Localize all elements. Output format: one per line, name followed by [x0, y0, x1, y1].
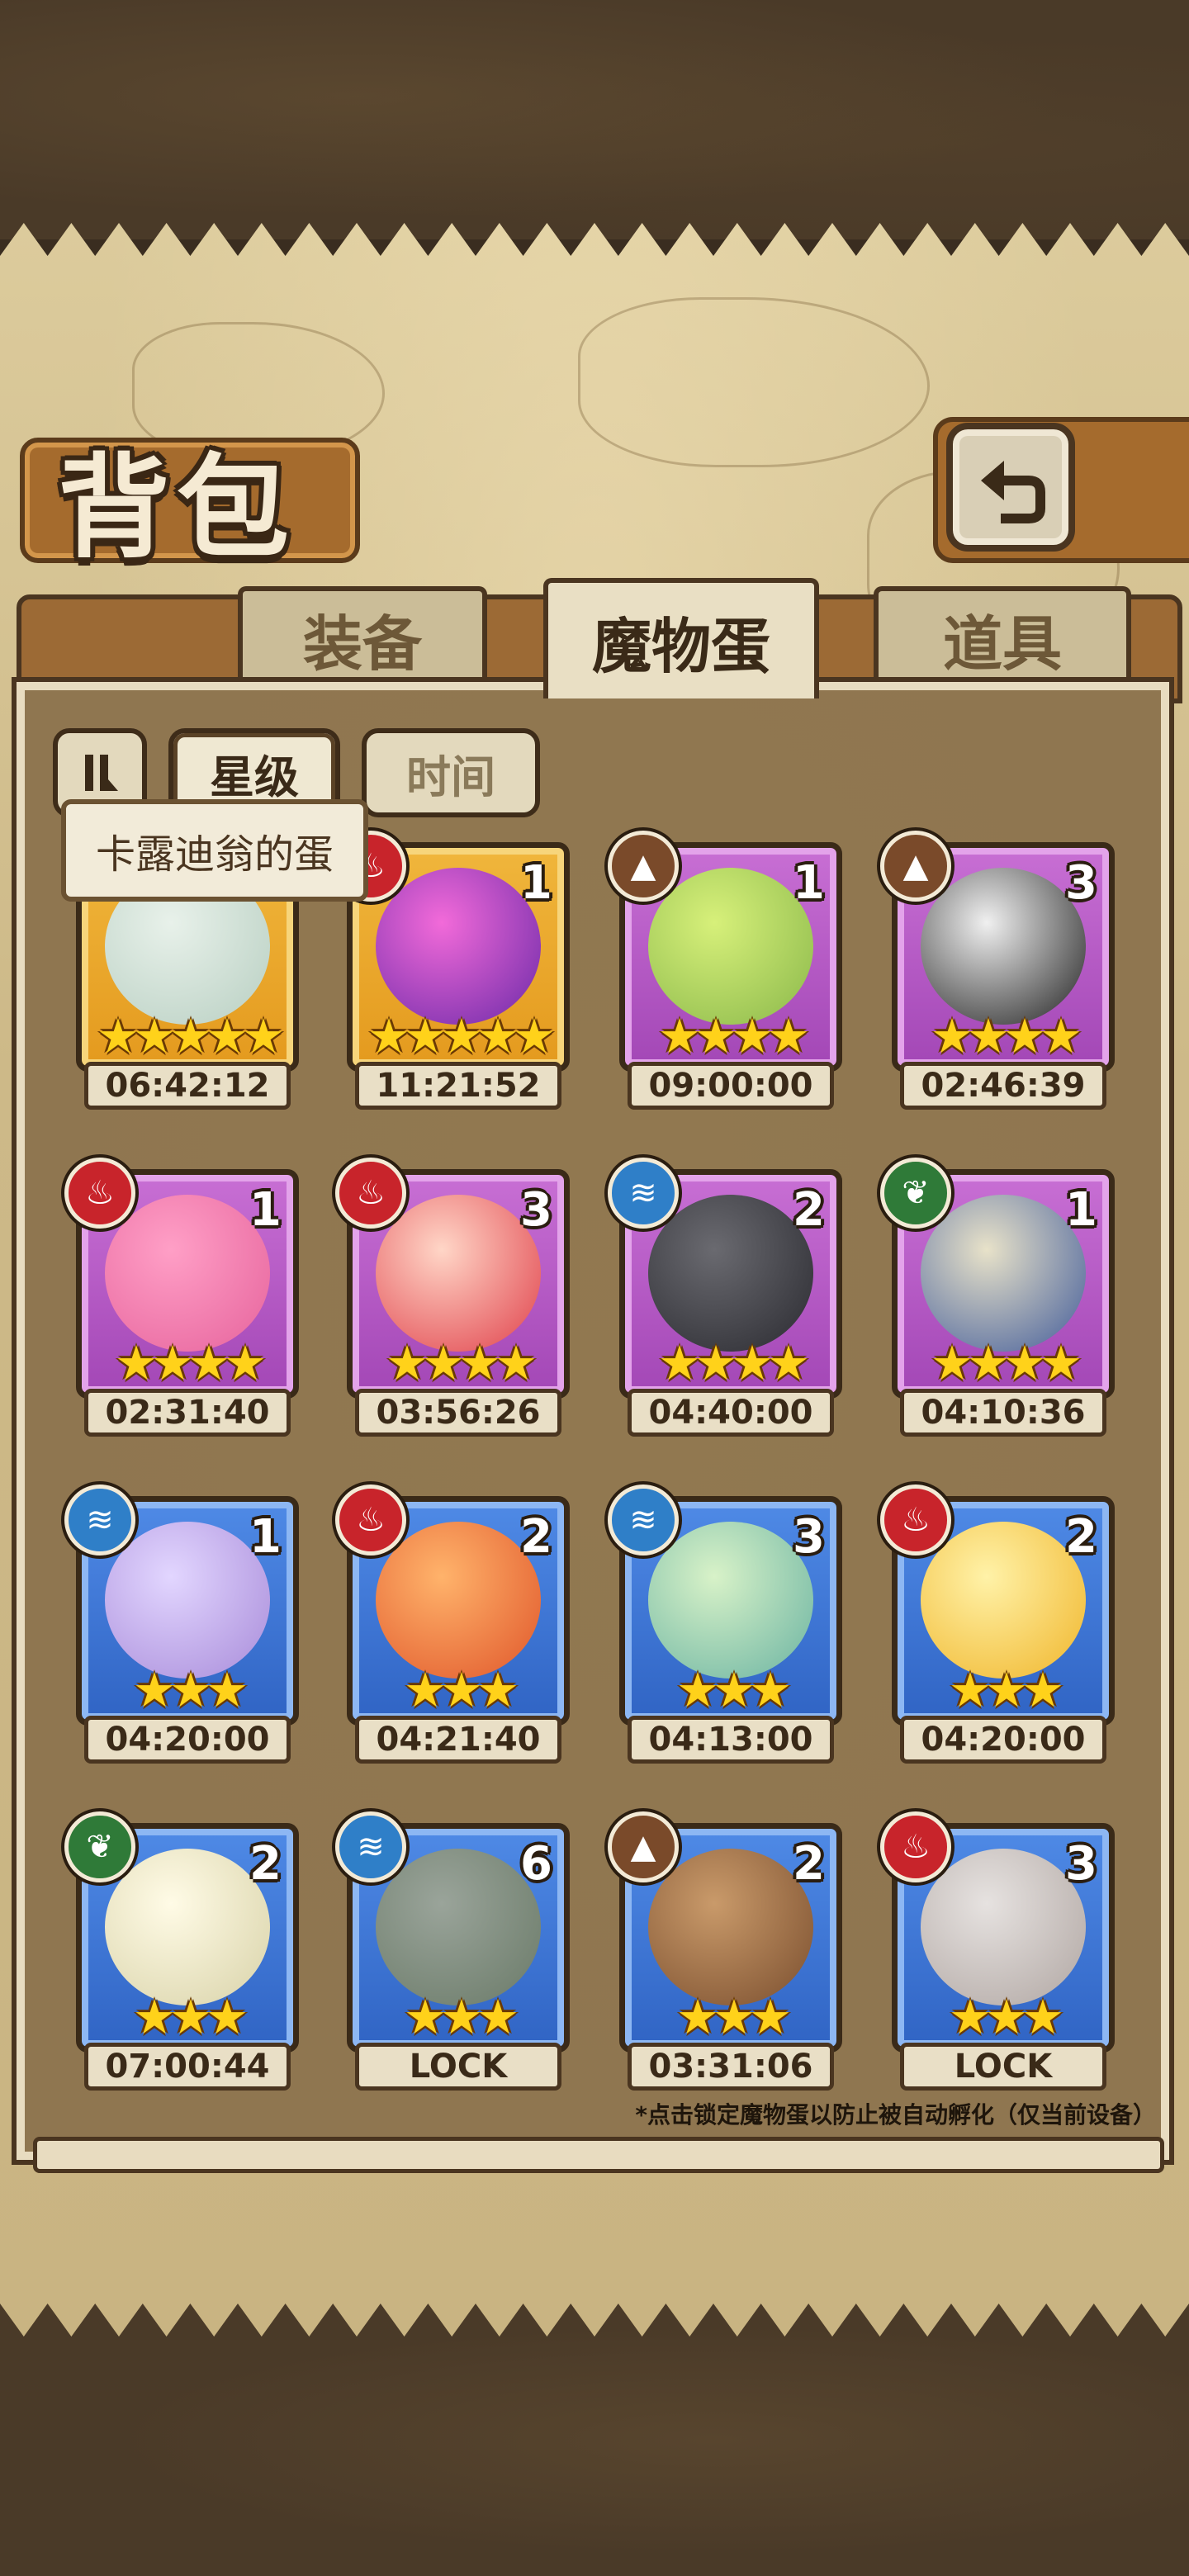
egg-count: 1 — [793, 856, 825, 910]
flame-icon: ♨ — [64, 1158, 135, 1229]
panel-bottom-bar — [33, 2137, 1164, 2173]
egg-hatch-timer[interactable]: 03:56:26 — [355, 1389, 561, 1437]
star-rating-icon: ★★★★ — [658, 1335, 810, 1391]
egg-hatch-timer[interactable]: 04:40:00 — [628, 1389, 834, 1437]
wave-icon: ≋ — [335, 1811, 406, 1882]
egg-count: 3 — [1065, 856, 1097, 910]
egg-count: 2 — [249, 1837, 282, 1891]
star-rating-icon: ★★★ — [133, 1989, 249, 2045]
star-rating-icon: ★★★ — [404, 1662, 519, 1718]
egg-hatch-timer[interactable]: 07:00:44 — [84, 2043, 291, 2091]
egg-hatch-timer[interactable]: 04:20:00 — [900, 1716, 1106, 1764]
sort-by-stars-label: 星级 — [210, 751, 299, 803]
egg-image — [376, 868, 541, 1025]
star-rating-icon: ★★★ — [676, 1662, 792, 1718]
egg-hatch-timer[interactable]: 04:13:00 — [628, 1716, 834, 1764]
tab-monster-eggs[interactable]: 魔物蛋 — [543, 578, 819, 698]
flame-icon: ♨ — [335, 1158, 406, 1229]
background-bottom — [0, 2304, 1189, 2576]
egg-image — [376, 1195, 541, 1352]
tab-items[interactable]: 道具 — [874, 586, 1131, 686]
flame-icon: ♨ — [880, 1811, 951, 1882]
egg-image — [648, 1195, 813, 1352]
star-rating-icon: ★★★ — [676, 1989, 792, 2045]
egg-count: 3 — [1065, 1837, 1097, 1891]
tab-equipment-label: 装备 — [302, 609, 422, 679]
star-rating-icon: ★★★★★ — [97, 1008, 285, 1064]
egg-image — [921, 868, 1086, 1025]
egg-count: 2 — [793, 1837, 825, 1891]
star-rating-icon: ★★★★ — [386, 1335, 538, 1391]
egg-hatch-timer[interactable]: 03:31:06 — [628, 2043, 834, 2091]
leaf-icon: ❦ — [64, 1811, 135, 1882]
star-rating-icon: ★★★ — [949, 1989, 1064, 2045]
egg-count: 1 — [249, 1183, 282, 1237]
egg-image — [105, 1849, 270, 2005]
egg-hatch-timer[interactable]: 04:20:00 — [84, 1716, 291, 1764]
sort-by-time-button[interactable]: 时间 — [362, 728, 540, 817]
egg-hatch-timer[interactable]: 06:42:12 — [84, 1062, 291, 1110]
egg-hatch-timer[interactable]: 04:21:40 — [355, 1716, 561, 1764]
tab-monster-eggs-label: 魔物蛋 — [591, 611, 770, 681]
egg-count: 3 — [793, 1510, 825, 1564]
egg-hatch-timer[interactable]: 02:31:40 — [84, 1389, 291, 1437]
leaf-icon: ❦ — [880, 1158, 951, 1229]
egg-lock-label[interactable]: LOCK — [355, 2043, 561, 2091]
egg-image — [105, 1195, 270, 1352]
star-rating-icon: ★★★★★ — [367, 1008, 556, 1064]
egg-count: 2 — [793, 1183, 825, 1237]
egg-count: 1 — [249, 1510, 282, 1564]
back-arrow-icon — [981, 461, 1045, 523]
egg-image — [105, 1522, 270, 1679]
mountain-icon: ▲ — [608, 831, 679, 902]
page-title: 背包 — [58, 443, 296, 574]
background-top — [0, 0, 1189, 239]
star-rating-icon: ★★★★ — [115, 1335, 267, 1391]
lock-hint-text: *点击锁定魔物蛋以防止被自动孵化（仅当前设备） — [635, 2101, 1156, 2129]
star-rating-icon: ★★★★ — [658, 1008, 810, 1064]
egg-count: 1 — [520, 856, 552, 910]
egg-count: 2 — [1065, 1510, 1097, 1564]
tab-equipment[interactable]: 装备 — [238, 586, 487, 686]
egg-hatch-timer[interactable]: 02:46:39 — [900, 1062, 1106, 1110]
egg-count: 2 — [520, 1510, 552, 1564]
mountain-icon: ▲ — [608, 1811, 679, 1882]
filter-toggle-icon — [85, 755, 118, 791]
wave-icon: ≋ — [608, 1158, 679, 1229]
egg-image — [921, 1522, 1086, 1679]
egg-image — [648, 1522, 813, 1679]
egg-hatch-timer[interactable]: 04:10:36 — [900, 1389, 1106, 1437]
egg-image — [648, 1849, 813, 2005]
egg-image — [376, 1849, 541, 2005]
egg-image — [921, 1195, 1086, 1352]
egg-count: 1 — [1065, 1183, 1097, 1237]
egg-lock-label[interactable]: LOCK — [900, 2043, 1106, 2091]
wave-icon: ≋ — [64, 1485, 135, 1556]
wave-icon: ≋ — [608, 1485, 679, 1556]
mountain-icon: ▲ — [880, 831, 951, 902]
egg-count: 6 — [520, 1837, 552, 1891]
star-rating-icon: ★★★ — [133, 1662, 249, 1718]
star-rating-icon: ★★★ — [949, 1662, 1064, 1718]
egg-count: 3 — [520, 1183, 552, 1237]
egg-hatch-timer[interactable]: 09:00:00 — [628, 1062, 834, 1110]
egg-name-tooltip: 卡露迪翁的蛋 — [61, 799, 368, 902]
egg-image — [648, 868, 813, 1025]
flame-icon: ♨ — [880, 1485, 951, 1556]
star-rating-icon: ★★★★ — [931, 1335, 1082, 1391]
egg-image — [376, 1522, 541, 1679]
star-rating-icon: ★★★★ — [931, 1008, 1082, 1064]
tab-items-label: 道具 — [942, 609, 1062, 679]
sort-by-time-label: 时间 — [406, 751, 495, 803]
egg-hatch-timer[interactable]: 11:21:52 — [355, 1062, 561, 1110]
egg-image — [921, 1849, 1086, 2005]
flame-icon: ♨ — [335, 1485, 406, 1556]
back-button[interactable] — [946, 423, 1075, 552]
star-rating-icon: ★★★ — [404, 1989, 519, 2045]
tooltip-text: 卡露迪翁的蛋 — [95, 831, 334, 878]
